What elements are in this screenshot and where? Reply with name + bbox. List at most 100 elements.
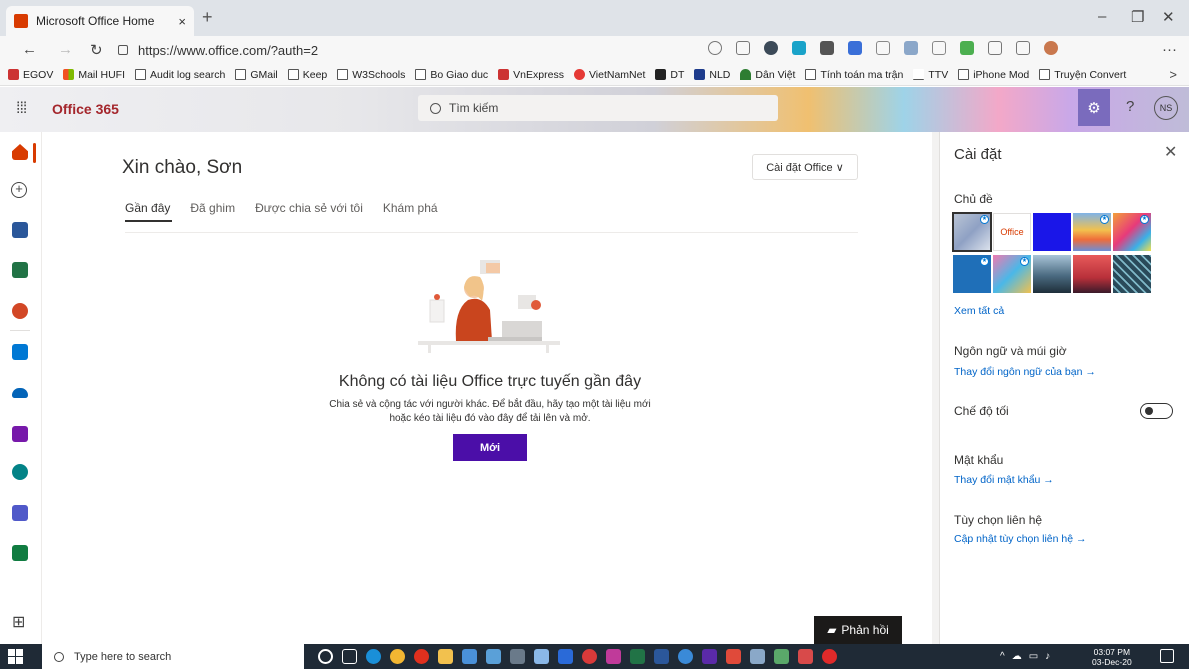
bookmark-item[interactable]: Truyện Convert [1039, 69, 1126, 81]
chevron-up-icon[interactable]: ^ [1000, 651, 1005, 662]
maximize-button[interactable]: ❐ [1131, 8, 1144, 26]
theme-tile[interactable]: ★ [953, 255, 991, 293]
windows-start-icon[interactable] [8, 649, 23, 664]
bookmark-item[interactable]: Mail HUFI [63, 69, 125, 81]
theme-tile[interactable] [1033, 213, 1071, 251]
search-box[interactable]: Tìm kiếm [418, 95, 778, 121]
app-icon[interactable] [510, 649, 525, 664]
close-settings-icon[interactable]: ✕ [1164, 142, 1177, 162]
app-icon[interactable] [798, 649, 813, 664]
bookmark-item[interactable]: VietNamNet [573, 69, 645, 81]
excel-icon[interactable] [12, 262, 28, 278]
extension-icon[interactable] [764, 41, 778, 55]
change-language-link[interactable]: Thay đổi ngôn ngữ của bạn → [954, 366, 1096, 378]
extension-icon[interactable] [960, 41, 974, 55]
favorites-icon[interactable] [988, 41, 1002, 55]
app-icon[interactable] [822, 649, 837, 664]
theme-tile[interactable]: ★ [1113, 213, 1151, 251]
bookmark-item[interactable]: Tính toán ma trận [805, 69, 903, 81]
network-icon[interactable]: ▭ [1029, 651, 1038, 662]
task-view-icon[interactable] [342, 649, 357, 664]
word-icon[interactable] [12, 222, 28, 238]
dark-mode-toggle[interactable] [1140, 403, 1173, 419]
feedback-button[interactable]: ▰ Phản hồi [814, 616, 902, 644]
bookmark-item[interactable]: TTV [913, 69, 948, 81]
file-explorer-icon[interactable] [438, 649, 453, 664]
theme-tile[interactable]: ★ [952, 212, 992, 252]
app-icon[interactable] [678, 649, 693, 664]
app-icon[interactable] [606, 649, 621, 664]
bookmark-item[interactable]: W3Schools [337, 69, 405, 81]
edge-icon[interactable] [366, 649, 381, 664]
browser-tab[interactable]: Microsoft Office Home × [6, 6, 194, 36]
url-field[interactable]: https://www.office.com/?auth=2 [118, 39, 758, 61]
bookmark-item[interactable]: Bo Giao duc [415, 69, 488, 81]
app-icon[interactable] [750, 649, 765, 664]
onenote-icon[interactable] [12, 426, 28, 442]
word-taskbar-icon[interactable] [654, 649, 669, 664]
taskbar-clock[interactable]: 03:07 PM 03-Dec-20 [1092, 647, 1132, 667]
app-icon[interactable] [486, 649, 501, 664]
opera-icon[interactable] [414, 649, 429, 664]
theme-tile-office[interactable]: Office [993, 213, 1031, 251]
collections-icon[interactable] [1016, 41, 1030, 55]
office-365-title[interactable]: Office 365 [52, 101, 119, 117]
back-button[interactable]: ← [22, 41, 37, 58]
theme-tile[interactable] [1113, 255, 1151, 293]
tab-recent[interactable]: Gần đây [125, 201, 170, 215]
theme-tile[interactable]: ★ [993, 255, 1031, 293]
store-icon[interactable] [462, 649, 477, 664]
teams-icon[interactable] [12, 505, 28, 521]
new-document-button[interactable]: Mới [453, 434, 527, 461]
sharepoint-icon[interactable] [12, 464, 28, 480]
extension-icon[interactable] [932, 41, 946, 55]
new-tab-button[interactable]: + [202, 7, 213, 28]
theme-tile[interactable]: ★ [1073, 213, 1111, 251]
extension-icon[interactable] [876, 41, 890, 55]
minimize-button[interactable]: – [1098, 8, 1106, 25]
favorite-star-icon[interactable] [736, 41, 750, 55]
theme-tile[interactable] [1073, 255, 1111, 293]
app-icon[interactable] [702, 649, 717, 664]
home-icon[interactable] [12, 144, 28, 160]
profile-icon[interactable] [1044, 41, 1058, 55]
bookmark-item[interactable]: Dân Việt [740, 69, 795, 81]
app-icon[interactable] [558, 649, 573, 664]
theme-tile[interactable] [1033, 255, 1071, 293]
settings-gear-button[interactable]: ⚙ [1078, 89, 1110, 126]
powerpoint-icon[interactable] [12, 303, 28, 319]
install-office-button[interactable]: Cài đặt Office ∨ [752, 154, 858, 180]
app-icon[interactable] [534, 649, 549, 664]
tab-shared[interactable]: Được chia sẻ với tôi [255, 201, 363, 215]
forward-button[interactable]: → [58, 41, 73, 58]
bookmark-item[interactable]: Keep [287, 69, 327, 81]
close-window-button[interactable]: ✕ [1162, 8, 1175, 26]
contact-preferences-link[interactable]: Cập nhật tùy chọn liên hệ → [954, 533, 1087, 545]
change-password-link[interactable]: Thay đổi mật khẩu → [954, 474, 1054, 486]
help-button[interactable]: ? [1126, 98, 1134, 115]
see-all-themes-link[interactable]: Xem tất cả [954, 305, 1004, 317]
tab-discover[interactable]: Khám phá [383, 201, 438, 215]
volume-icon[interactable]: ♪ [1045, 651, 1050, 662]
bookmark-item[interactable]: EGOV [8, 69, 53, 81]
main-scrollbar[interactable] [932, 132, 939, 644]
app-icon[interactable] [726, 649, 741, 664]
onedrive-icon[interactable] [12, 388, 28, 398]
bookmarks-more-button[interactable]: > [1169, 67, 1177, 82]
create-icon[interactable]: + [11, 182, 27, 198]
bookmark-item[interactable]: iPhone Mod [958, 69, 1029, 81]
notification-icon[interactable] [1160, 649, 1174, 663]
excel-taskbar-icon[interactable] [630, 649, 645, 664]
browser-menu-button[interactable]: ··· [1162, 41, 1177, 58]
app-icon[interactable] [774, 649, 789, 664]
tab-close-icon[interactable]: × [178, 14, 186, 29]
extension-icon[interactable] [792, 41, 806, 55]
bookmark-item[interactable]: NLD [694, 69, 730, 81]
extension-icon[interactable] [820, 41, 834, 55]
bookmark-item[interactable]: Audit log search [135, 69, 225, 81]
add-icon[interactable] [708, 41, 722, 55]
all-apps-icon[interactable]: ⊞ [12, 612, 25, 632]
extension-icon[interactable] [848, 41, 862, 55]
bookmark-item[interactable]: DT [655, 69, 684, 81]
sway-icon[interactable] [12, 545, 28, 561]
